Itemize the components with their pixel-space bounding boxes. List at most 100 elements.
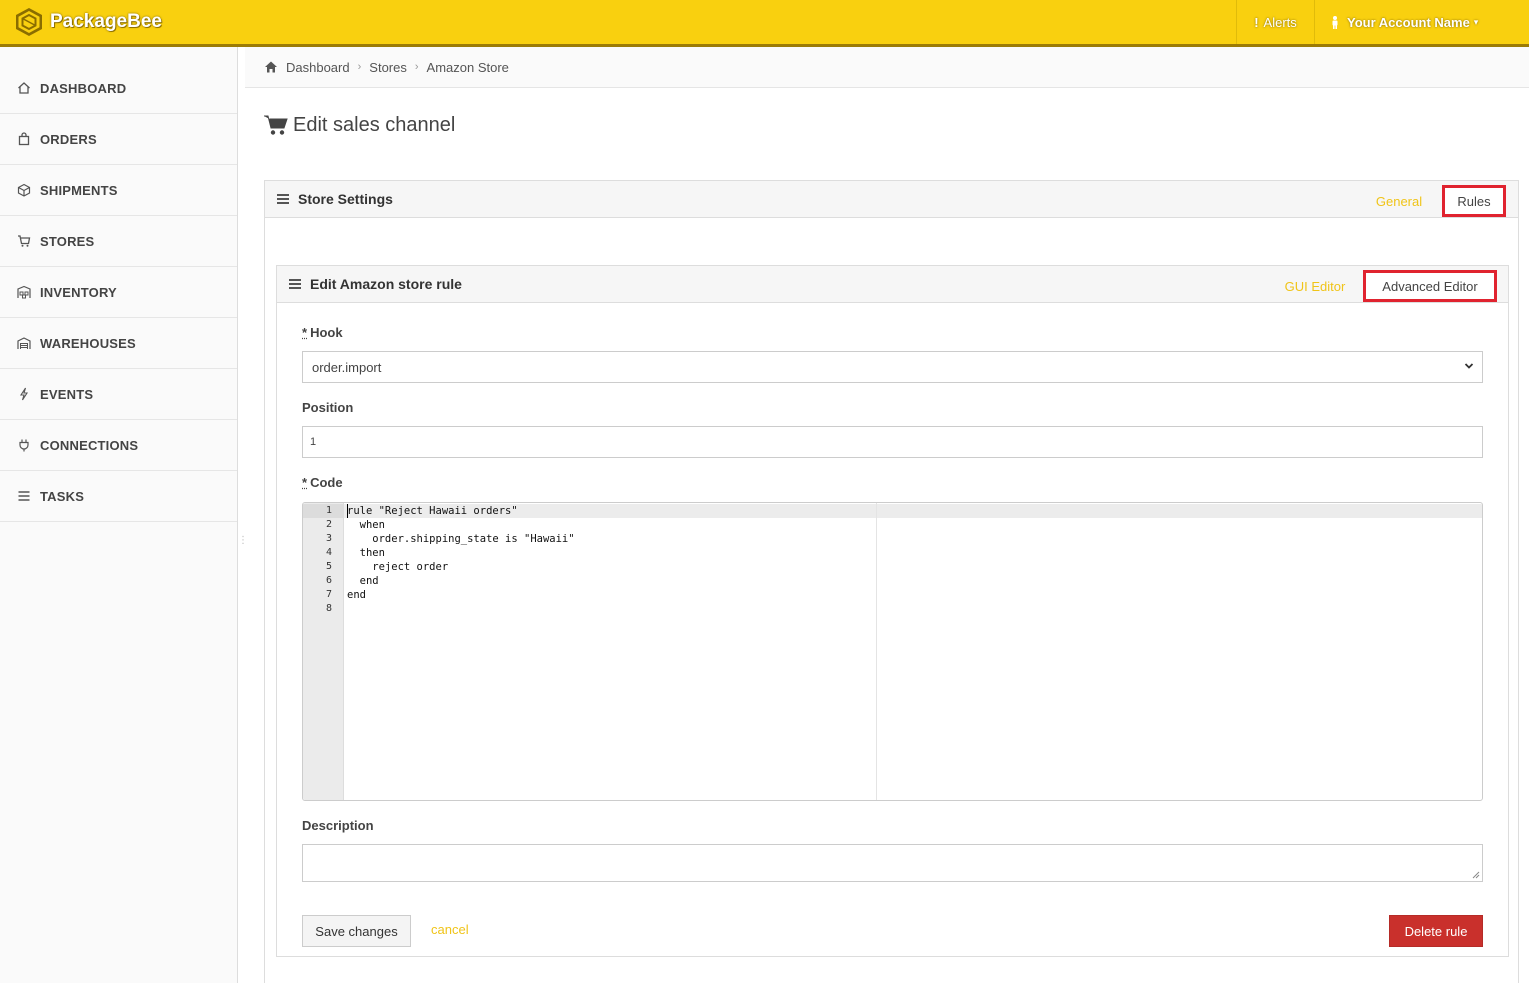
code-line: end (347, 589, 366, 601)
lightning-icon (14, 387, 34, 401)
top-navbar: PackageBee ! Alerts Your Account Name ▾ (0, 0, 1529, 47)
store-settings-title-text: Store Settings (298, 191, 393, 207)
sidebar-item-dashboard[interactable]: DASHBOARD (0, 63, 237, 114)
breadcrumb-stores[interactable]: Stores (369, 60, 407, 75)
code-line: when (347, 519, 385, 531)
user-icon (1332, 15, 1338, 29)
sidebar-item-orders[interactable]: ORDERS (0, 114, 237, 165)
bag-icon (14, 132, 34, 146)
cart-icon (14, 234, 34, 248)
page-title-text: Edit sales channel (293, 113, 456, 136)
hook-label-text: Hook (310, 325, 343, 340)
edit-rule-header: Edit Amazon store rule GUI Editor Advanc… (277, 266, 1508, 303)
save-changes-button[interactable]: Save changes (302, 915, 411, 947)
shopping-cart-icon (264, 115, 288, 135)
description-label-text: Description (302, 818, 374, 833)
position-label-text: Position (302, 400, 354, 415)
code-line: order.shipping_state is "Hawaii" (347, 533, 575, 545)
code-line: reject order (347, 561, 449, 573)
code-line: then (347, 547, 385, 559)
required-marker: * (302, 475, 308, 490)
line-number: 6 (325, 575, 332, 586)
sidebar-item-events[interactable]: EVENTS (0, 369, 237, 420)
tab-advanced-editor[interactable]: Advanced Editor (1363, 270, 1497, 302)
brand-name: PackageBee (50, 11, 162, 32)
cancel-link[interactable]: cancel (431, 922, 469, 937)
plug-icon (14, 438, 34, 452)
inventory-icon (14, 285, 34, 299)
tab-rules[interactable]: Rules (1442, 185, 1506, 217)
account-menu-button[interactable]: Your Account Name ▾ (1314, 0, 1529, 44)
code-line: end (347, 575, 379, 587)
sidebar-item-label: SHIPMENTS (40, 182, 118, 198)
box-icon (14, 183, 34, 197)
line-number: 4 (325, 547, 332, 558)
chevron-right-icon: › (357, 61, 362, 73)
store-settings-header: Store Settings General Rules (265, 181, 1518, 218)
tab-gui-editor[interactable]: GUI Editor (1273, 270, 1357, 302)
account-name: Your Account Name (1347, 14, 1470, 30)
sidebar-item-connections[interactable]: CONNECTIONS (0, 420, 237, 471)
menu-icon (277, 194, 289, 204)
code-editor[interactable]: 1 2 3 4 5 6 7 8 rule "Reject Hawaii orde… (302, 502, 1483, 801)
sidebar-item-shipments[interactable]: SHIPMENTS (0, 165, 237, 216)
alerts-button[interactable]: ! Alerts (1236, 0, 1314, 44)
breadcrumb: Dashboard › Stores › Amazon Store (245, 47, 1529, 88)
breadcrumb-amazon-store: Amazon Store (426, 59, 509, 75)
sidebar-item-label: ORDERS (40, 131, 97, 147)
sidebar-resize-handle[interactable]: ⋮ (238, 536, 248, 556)
position-input[interactable]: 1 (302, 426, 1483, 458)
line-number: 3 (325, 533, 332, 544)
sidebar-item-label: DASHBOARD (40, 80, 127, 96)
sidebar-item-warehouses[interactable]: WAREHOUSES (0, 318, 237, 369)
store-settings-panel: Store Settings General Rules Edit Amazon… (264, 180, 1519, 983)
home-icon[interactable] (264, 60, 278, 74)
sidebar-item-inventory[interactable]: INVENTORY (0, 267, 237, 318)
list-icon (14, 489, 34, 503)
chevron-down-icon: ▾ (1473, 16, 1479, 27)
text-cursor (347, 504, 348, 518)
main-content: Dashboard › Stores › Amazon Store Edit s… (245, 47, 1529, 983)
top-right-menu: ! Alerts Your Account Name ▾ (1236, 0, 1529, 44)
code-line: rule "Reject Hawaii orders" (347, 505, 518, 517)
brand[interactable]: PackageBee (14, 7, 162, 37)
delete-rule-button[interactable]: Delete rule (1389, 915, 1483, 947)
sidebar-item-tasks[interactable]: TASKS (0, 471, 237, 522)
line-number: 5 (325, 561, 332, 572)
chevron-down-icon (1464, 363, 1474, 369)
print-margin (876, 503, 877, 800)
position-value: 1 (310, 436, 317, 448)
home-icon (14, 81, 34, 95)
required-marker: * (302, 325, 308, 340)
tab-general[interactable]: General (1363, 185, 1435, 217)
store-settings-title: Store Settings (277, 181, 393, 217)
sidebar-item-label: EVENTS (40, 386, 94, 402)
sidebar-item-label: INVENTORY (40, 284, 117, 300)
description-textarea[interactable] (302, 844, 1483, 882)
edit-rule-panel: Edit Amazon store rule GUI Editor Advanc… (276, 265, 1509, 957)
hook-label: * Hook (302, 325, 343, 340)
exclamation-icon: ! (1254, 14, 1259, 30)
packagebee-logo-icon (16, 8, 42, 36)
hook-selected-value: order.import (312, 359, 382, 375)
sidebar-item-label: STORES (40, 233, 95, 249)
edit-rule-title: Edit Amazon store rule (289, 266, 462, 302)
sidebar-item-label: CONNECTIONS (40, 437, 139, 453)
line-number: 8 (325, 603, 332, 614)
description-label: Description (302, 818, 374, 833)
line-number: 1 (325, 505, 332, 516)
sidebar-item-label: WAREHOUSES (40, 335, 136, 351)
line-number: 7 (325, 589, 332, 600)
sidebar-item-label: TASKS (40, 488, 85, 504)
sidebar: DASHBOARD ORDERS SHIPMENTS STORES INVENT… (0, 47, 238, 983)
code-label-text: Code (310, 475, 343, 490)
resize-handle-icon[interactable] (1472, 871, 1480, 879)
chevron-right-icon: › (414, 61, 419, 73)
breadcrumb-dashboard[interactable]: Dashboard (286, 60, 350, 75)
sidebar-item-stores[interactable]: STORES (0, 216, 237, 267)
line-number: 2 (325, 519, 332, 530)
alerts-label: Alerts (1263, 14, 1297, 30)
code-label: * Code (302, 475, 343, 490)
edit-rule-title-text: Edit Amazon store rule (310, 276, 462, 292)
hook-select[interactable]: order.import (302, 351, 1483, 383)
